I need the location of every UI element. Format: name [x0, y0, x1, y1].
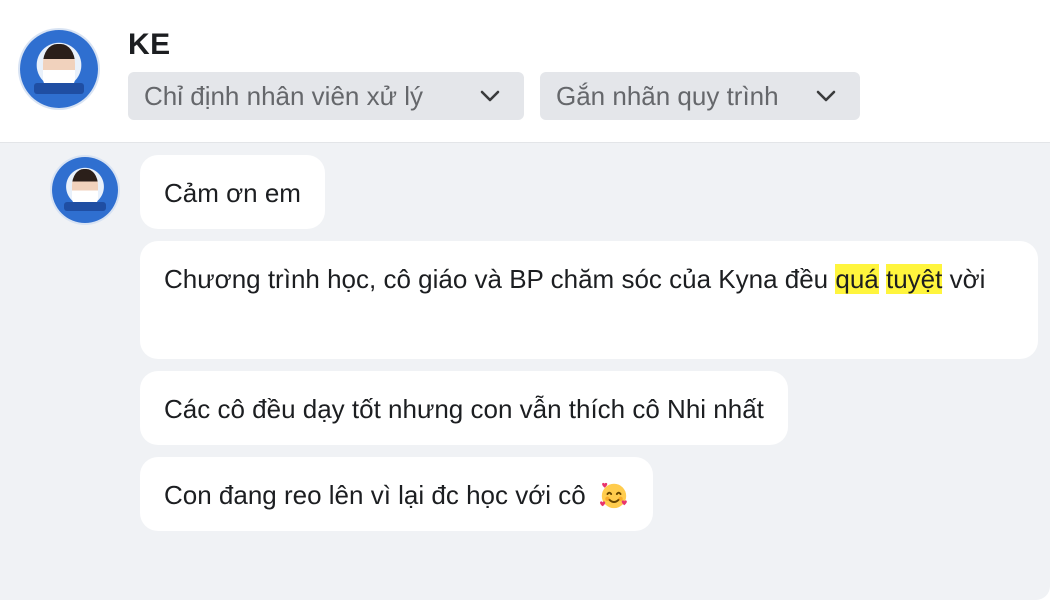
search-highlight: tuyệt — [885, 264, 943, 294]
search-highlight: quá — [835, 264, 879, 294]
assign-staff-label: Chỉ định nhân viên xử lý — [144, 80, 424, 111]
contact-name: KE — [128, 28, 171, 61]
chevron-down-icon — [480, 90, 500, 102]
process-label-dropdown[interactable]: Gắn nhãn quy trình — [540, 72, 860, 120]
message-text: Các cô đều dạy tốt nhưng con vẫn thích c… — [164, 394, 764, 424]
message-thread[interactable]: Cảm ơn em Chương trình học, cô giáo và B… — [0, 143, 1050, 600]
avatar-badge — [34, 83, 84, 94]
message-text: Con đang reo lên vì lại đc học với cô — [164, 480, 586, 510]
avatar-photo — [71, 168, 99, 206]
chevron-down-icon — [816, 90, 836, 102]
message-text: Cảm ơn em — [164, 178, 301, 208]
sender-avatar[interactable] — [52, 157, 118, 223]
message-bubble[interactable]: Cảm ơn em — [140, 155, 325, 229]
avatar-badge — [63, 201, 107, 212]
message-bubble[interactable]: Con đang reo lên vì lại đc học với cô — [140, 457, 653, 531]
message-bubble[interactable]: Chương trình học, cô giáo và BP chăm sóc… — [140, 241, 1038, 359]
message-text: Chương trình học, cô giáo và BP chăm sóc… — [164, 264, 986, 294]
avatar-photo — [43, 44, 75, 87]
process-label-label: Gắn nhãn quy trình — [556, 80, 779, 111]
smiling-face-with-hearts-icon — [600, 482, 627, 509]
assign-staff-dropdown[interactable]: Chỉ định nhân viên xử lý — [128, 72, 524, 120]
avatar[interactable] — [20, 30, 98, 108]
message-bubble[interactable]: Các cô đều dạy tốt nhưng con vẫn thích c… — [140, 371, 788, 445]
conversation-header: KE Chỉ định nhân viên xử lý Gắn nhãn quy… — [0, 0, 1050, 143]
